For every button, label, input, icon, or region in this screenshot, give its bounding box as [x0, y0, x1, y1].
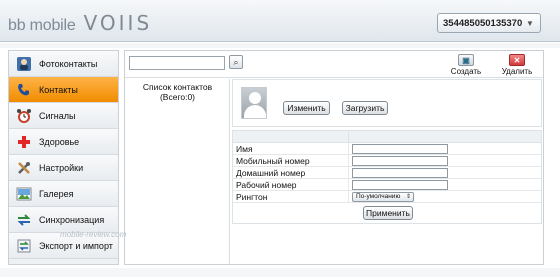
contact-list-title: Список контактов (Всего:0): [125, 82, 230, 102]
sidebar-item-signals[interactable]: Сигналы: [9, 103, 118, 129]
sidebar-item-label: Экспорт и импорт: [39, 240, 113, 251]
create-label: Создать: [450, 67, 482, 76]
device-id: 354485050135370: [443, 17, 523, 29]
home-label: Домашний номер: [233, 167, 349, 178]
search-button[interactable]: ⌕: [229, 55, 243, 69]
sidebar-item-settings[interactable]: Настройки: [9, 155, 118, 181]
search-input[interactable]: [129, 56, 225, 70]
sidebar-item-label: Синхронизация: [39, 214, 105, 225]
form-header: [233, 131, 541, 143]
sidebar-item-label: Галерея: [39, 188, 74, 199]
avatar-placeholder-icon: [241, 87, 267, 119]
create-button[interactable]: ▣ Создать: [447, 54, 485, 78]
contact-list-count: (Всего:0): [159, 92, 196, 102]
app-logo: bb mobile VOIIS: [8, 11, 152, 35]
search-icon: ⌕: [233, 56, 239, 67]
sidebar-item-label: Сигналы: [39, 110, 76, 121]
form-row-name: Имя: [233, 143, 541, 155]
select-arrows-icon: ⇕: [405, 194, 411, 200]
photo-contacts-icon: [15, 55, 33, 73]
logo-text-bb-mobile: bb mobile: [8, 17, 76, 34]
footer-strip: [0, 268, 560, 277]
app-header: bb mobile VOIIS 354485050135370 ▼: [0, 0, 560, 42]
header-divider: [0, 43, 560, 48]
tools-icon: [15, 159, 33, 177]
mobile-number-field[interactable]: [352, 156, 448, 166]
contact-detail: Изменить Загрузить Имя Мобильный номер Д…: [231, 79, 543, 264]
photo-section: Изменить Загрузить: [232, 79, 542, 127]
sidebar-item-contacts[interactable]: Контакты: [9, 77, 118, 103]
name-label: Имя: [233, 143, 349, 154]
apply-row: Применить: [233, 203, 541, 223]
sidebar-item-label: Контакты: [39, 84, 78, 95]
form-row-mobile: Мобильный номер: [233, 155, 541, 167]
delete-button[interactable]: ✕ Удалить: [498, 54, 536, 78]
apply-button[interactable]: Применить: [363, 206, 413, 220]
alarm-clock-icon: [15, 107, 33, 125]
sidebar-item-label: Настройки: [39, 162, 84, 173]
sidebar-item-label: Здоровье: [39, 136, 80, 147]
home-number-field[interactable]: [352, 168, 448, 178]
upload-photo-button[interactable]: Загрузить: [342, 101, 388, 115]
change-photo-button[interactable]: Изменить: [283, 101, 330, 115]
logo-text-voiis: VOIIS: [83, 11, 153, 35]
contact-list: Список контактов (Всего:0): [125, 79, 230, 264]
name-field[interactable]: [352, 144, 448, 154]
sidebar-item-gallery[interactable]: Галерея: [9, 181, 118, 207]
ringtone-select[interactable]: По-умолчанию ⇕: [352, 192, 414, 202]
contact-list-heading: Список контактов: [142, 82, 213, 92]
sync-icon: [15, 211, 33, 229]
sidebar-item-health[interactable]: Здоровье: [9, 129, 118, 155]
contact-form: Имя Мобильный номер Домашний номер Рабоч…: [232, 130, 542, 224]
watermark: mobile-review.com: [60, 230, 127, 239]
work-number-field[interactable]: [352, 180, 448, 190]
form-row-ringtone: Рингтон По-умолчанию ⇕: [233, 191, 541, 203]
create-contact-icon: ▣: [458, 54, 474, 66]
chevron-down-icon: ▼: [526, 19, 534, 28]
phone-icon: [15, 81, 33, 99]
form-row-home: Домашний номер: [233, 167, 541, 179]
work-label: Рабочий номер: [233, 179, 349, 190]
device-select[interactable]: 354485050135370 ▼: [437, 13, 541, 33]
ringtone-value: По-умолчанию: [356, 193, 401, 200]
delete-label: Удалить: [501, 67, 533, 76]
form-row-work: Рабочий номер: [233, 179, 541, 191]
delete-icon: ✕: [509, 54, 525, 66]
ringtone-label: Рингтон: [233, 191, 349, 202]
export-import-icon: [15, 237, 33, 255]
main-panel: ⌕ ▣ Создать ✕ Удалить Список контактов (…: [124, 50, 544, 265]
sidebar-item-label: Фотоконтакты: [39, 58, 98, 69]
mobile-label: Мобильный номер: [233, 155, 349, 166]
toolbar: ⌕ ▣ Создать ✕ Удалить: [125, 51, 543, 78]
sidebar-item-photo-contacts[interactable]: Фотоконтакты: [9, 51, 118, 77]
health-cross-icon: [15, 133, 33, 151]
gallery-icon: [15, 185, 33, 203]
